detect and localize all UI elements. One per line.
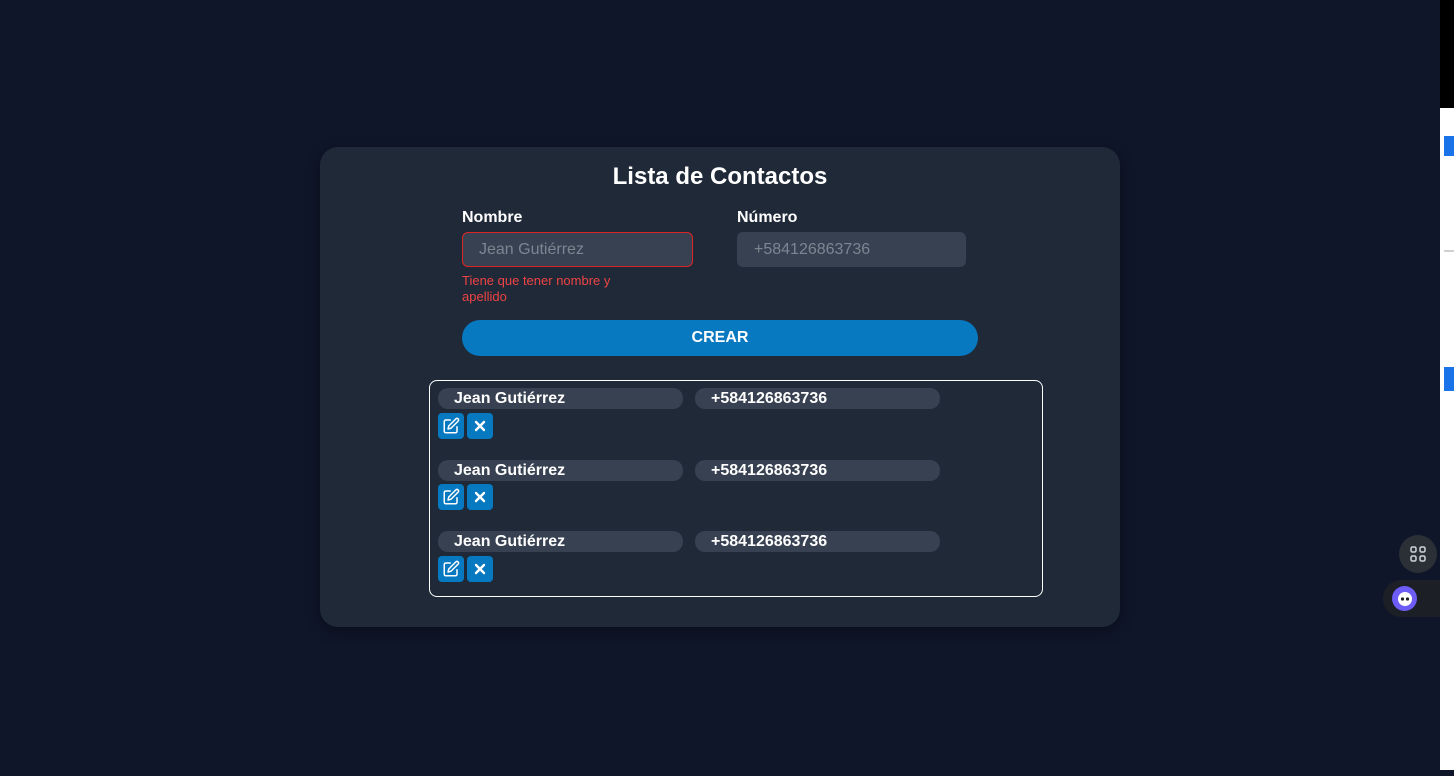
name-label: Nombre [462, 209, 523, 226]
contacts-list: Jean Gutiérrez +584126863736 Jean Gutiér… [429, 380, 1043, 597]
pencil-square-icon [443, 488, 460, 505]
name-error-message: Tiene que tener nombre y apellido [462, 273, 611, 304]
list-item: Jean Gutiérrez +584126863736 [438, 388, 958, 450]
grid-icon [1410, 546, 1426, 562]
contact-name: Jean Gutiérrez [438, 460, 683, 481]
list-item: Jean Gutiérrez +584126863736 [438, 531, 958, 593]
close-icon [474, 491, 486, 503]
create-button[interactable]: CREAR [462, 320, 978, 356]
edit-contact-button[interactable] [438, 484, 464, 510]
edit-contact-button[interactable] [438, 413, 464, 439]
close-icon [474, 563, 486, 575]
contact-phone: +584126863736 [695, 388, 940, 409]
browser-edge-accent [1444, 367, 1454, 391]
delete-contact-button[interactable] [467, 484, 493, 510]
contacts-card: Lista de Contactos Nombre Tiene que tene… [320, 147, 1120, 627]
list-item: Jean Gutiérrez +584126863736 [438, 460, 958, 522]
delete-contact-button[interactable] [467, 556, 493, 582]
name-input[interactable] [462, 232, 693, 267]
browser-edge-accent [1444, 136, 1454, 156]
contact-phone: +584126863736 [695, 460, 940, 481]
assistant-icon [1392, 586, 1417, 611]
delete-contact-button[interactable] [467, 413, 493, 439]
contact-name: Jean Gutiérrez [438, 388, 683, 409]
number-input[interactable] [737, 232, 966, 267]
close-icon [474, 420, 486, 432]
number-label: Número [737, 209, 798, 226]
contact-name: Jean Gutiérrez [438, 531, 683, 552]
contact-phone: +584126863736 [695, 531, 940, 552]
pencil-square-icon [443, 560, 460, 577]
browser-edge-dark [1440, 0, 1454, 108]
apps-button[interactable] [1399, 535, 1437, 573]
edit-contact-button[interactable] [438, 556, 464, 582]
browser-edge-divider [1444, 250, 1454, 252]
assistant-button[interactable] [1383, 580, 1440, 617]
pencil-square-icon [443, 417, 460, 434]
page-title: Lista de Contactos [612, 163, 828, 190]
